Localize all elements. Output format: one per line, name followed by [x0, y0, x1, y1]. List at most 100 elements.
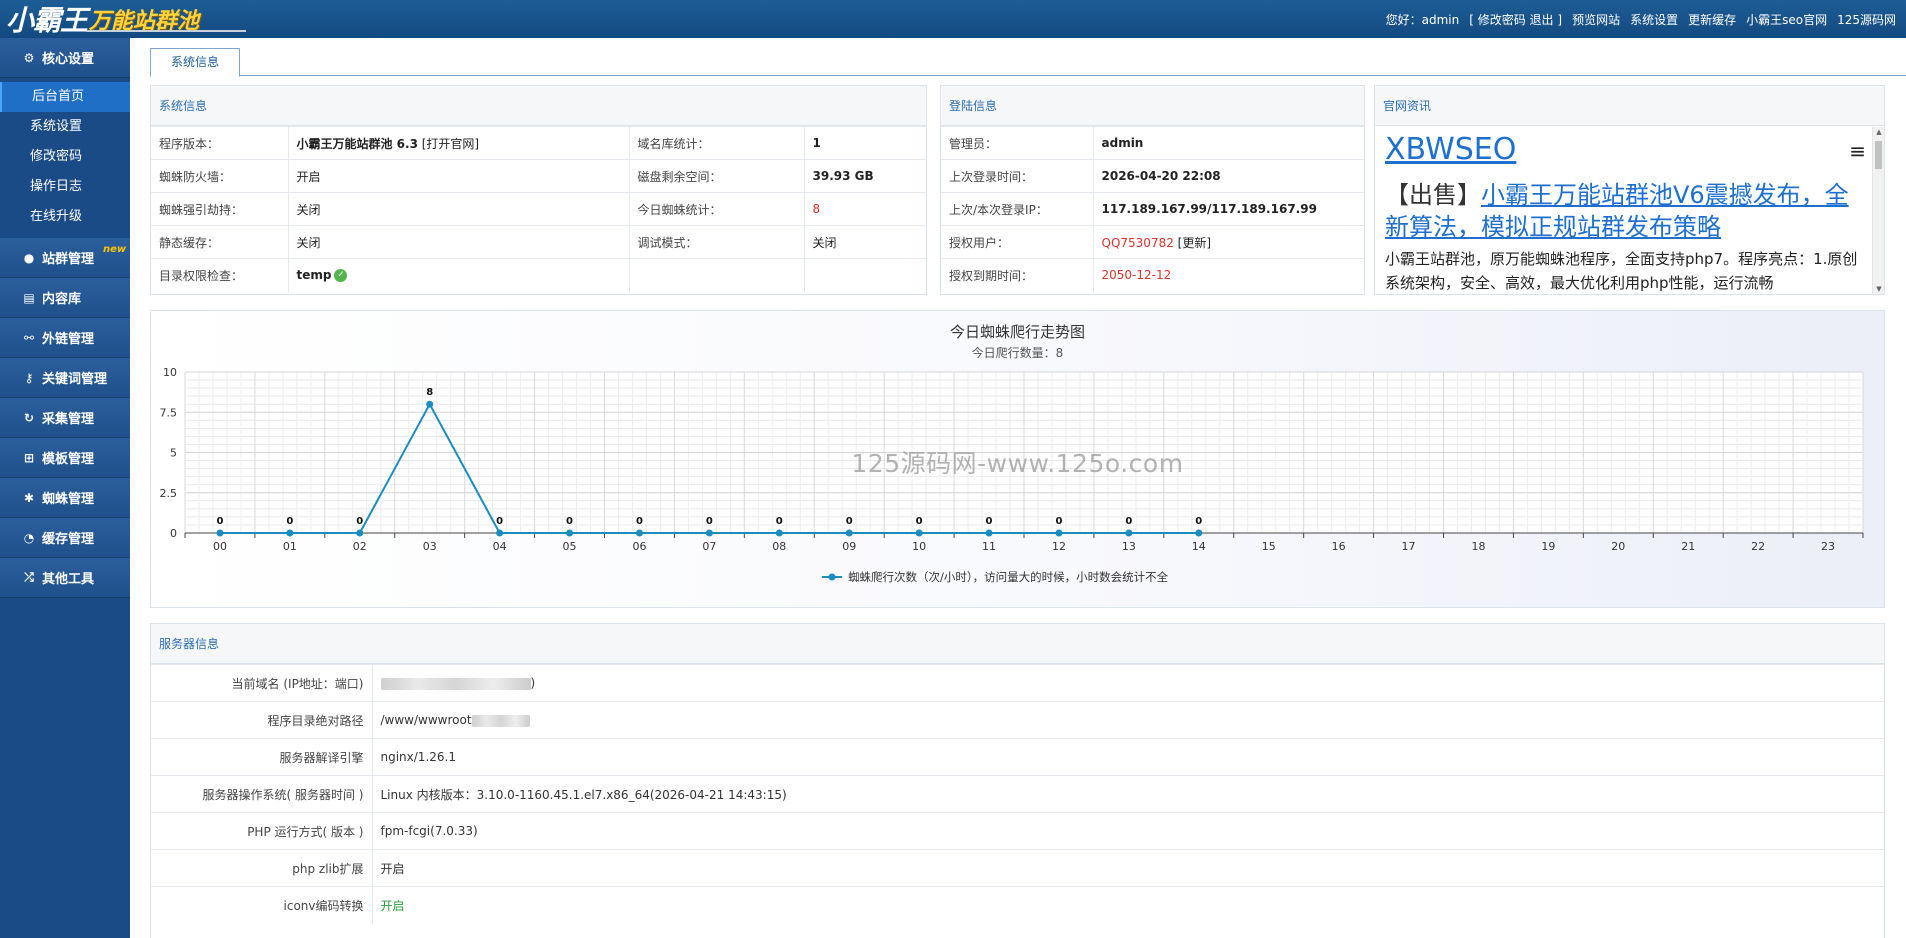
data-point — [1125, 529, 1133, 537]
server-info-panel: 服务器信息 当前域名 (IP地址：端口) ) 程序目录绝对路径 /www/www… — [150, 623, 1885, 938]
label-program-version: 程序版本： — [151, 126, 289, 160]
news-frame: XBWSEO ≡ 【出售】小霸王万能站群池V6震撼发布，全新算法，模拟正规站群发… — [1375, 127, 1872, 294]
label-login-ip: 上次/本次登录IP： — [941, 192, 1094, 226]
label-iconv: iconv编码转换 — [151, 886, 373, 924]
label-server-os: 服务器操作系统( 服务器时间 ) — [151, 775, 373, 813]
logo-underline — [86, 30, 246, 32]
nav-125-source[interactable]: 125源码网 — [1837, 11, 1896, 28]
nav-official-site[interactable]: 小霸王seo官网 — [1746, 11, 1827, 28]
label-php-mode: PHP 运行方式( 版本 ) — [151, 812, 373, 850]
php-zlib: 开启 — [372, 849, 1884, 887]
data-point — [496, 529, 504, 537]
table-row: 蜘蛛防火墙： 开启 磁盘剩余空间： 39.93 GB — [151, 159, 926, 193]
shuffle-icon: ⤮ — [24, 570, 34, 584]
login-info-table: 管理员： admin 上次登录时间： 2026-04-20 22:08 上次/本… — [941, 126, 1364, 292]
dir-permission: temp — [296, 268, 332, 283]
table-row: PHP 运行方式( 版本 ) fpm-fcgi(7.0.33) — [151, 812, 1884, 850]
scroll-thumb[interactable] — [1875, 141, 1882, 169]
y-tick-label: 2.5 — [160, 487, 178, 500]
update-license-link[interactable]: [更新] — [1174, 236, 1211, 250]
label-spider-firewall: 蜘蛛防火墙： — [151, 159, 289, 193]
sidebar-group-label: 蜘蛛管理 — [42, 492, 95, 507]
windows-icon: ⊞ — [23, 450, 35, 465]
x-tick-label: 04 — [493, 540, 507, 553]
program-path-cell: /www/wwwroot — [372, 701, 1884, 739]
label-license-expiry: 授权到期时间： — [941, 258, 1094, 292]
sidebar-item-system-settings[interactable]: 系统设置 — [0, 112, 130, 142]
spider-firewall: 开启 — [288, 159, 630, 193]
news-scrollbar[interactable]: ▲ ▼ — [1872, 127, 1884, 294]
nav-system-settings[interactable]: 系统设置 — [1630, 11, 1678, 28]
empty-cell — [804, 258, 926, 292]
sidebar-group-label: 外链管理 — [42, 332, 95, 347]
tab-system-info[interactable]: 系统信息 — [150, 48, 240, 77]
sidebar-group-external-links[interactable]: ⚯ 外链管理 — [0, 318, 130, 358]
panel-title: 官网资讯 — [1375, 86, 1884, 126]
news-panel: 官网资讯 XBWSEO ≡ 【出售】小霸王万能站群池V6震撼发布，全新算法，模拟… — [1374, 85, 1885, 295]
refresh-icon: ↻ — [23, 410, 35, 425]
label-domain-count: 域名库统计： — [629, 126, 805, 160]
sidebar-group-other-tools[interactable]: ⤮ 其他工具 — [0, 558, 130, 598]
x-tick-label: 11 — [982, 540, 996, 553]
sidebar-item-change-password[interactable]: 修改密码 — [0, 142, 130, 172]
sidebar-submenu: 后台首页 系统设置 修改密码 操作日志 在线升级 — [0, 78, 130, 238]
account-links[interactable]: [ 修改密码 退出 ] — [1469, 11, 1562, 28]
data-label: 0 — [706, 516, 713, 527]
php-mode: fpm-fcgi(7.0.33) — [372, 812, 1884, 850]
sidebar-item-operation-log[interactable]: 操作日志 — [0, 172, 130, 202]
sidebar-group-label: 关键词管理 — [42, 372, 108, 387]
hamburger-menu-icon[interactable]: ≡ — [1849, 139, 1866, 163]
dir-permission-cell: temp ✓ — [288, 258, 630, 292]
data-point — [845, 529, 853, 537]
data-label: 0 — [986, 516, 993, 527]
news-brand-link[interactable]: XBWSEO — [1385, 129, 1862, 171]
server-engine: nginx/1.26.1 — [372, 738, 1884, 776]
server-os: Linux 内核版本：3.10.0-1160.45.1.el7.x86_64(2… — [372, 775, 1884, 813]
sidebar-group-label: 站群管理 — [42, 252, 95, 267]
label-domain-ip: 当前域名 (IP地址：端口) — [151, 664, 373, 702]
scroll-up-icon[interactable]: ▲ — [1873, 128, 1885, 136]
legend-label: 蜘蛛爬行次数（次/小时），访问量大的时候，小时数会统计不全 — [848, 570, 1169, 584]
top-nav: 您好：admin [ 修改密码 退出 ] 预览网站 系统设置 更新缓存 小霸王s… — [1386, 0, 1896, 38]
sidebar-item-online-upgrade[interactable]: 在线升级 — [0, 202, 130, 232]
sidebar-group-collection[interactable]: ↻ 采集管理 — [0, 398, 130, 438]
logo[interactable]: 小霸王 万能站群池 — [0, 0, 246, 38]
news-text: 小霸王站群池，原万能蜘蛛池程序，全面支持php7。程序亮点：1.原创系统架构，安… — [1385, 250, 1858, 292]
table-row: 程序目录绝对路径 /www/wwwroot — [151, 701, 1884, 739]
x-tick-label: 22 — [1751, 540, 1765, 553]
label-static-cache: 静态缓存： — [151, 225, 289, 259]
nav-preview-site[interactable]: 预览网站 — [1572, 11, 1620, 28]
sidebar-group-content-library[interactable]: ▤ 内容库 — [0, 278, 130, 318]
data-point — [1055, 529, 1063, 537]
sidebar-group-spiders[interactable]: ✱ 蜘蛛管理 — [0, 478, 130, 518]
nav-update-cache[interactable]: 更新缓存 — [1688, 11, 1736, 28]
x-tick-label: 10 — [912, 540, 926, 553]
label-server-engine: 服务器解译引擎 — [151, 738, 373, 776]
data-point — [356, 529, 364, 537]
sidebar-group-keywords[interactable]: ⚷ 关键词管理 — [0, 358, 130, 398]
x-tick-label: 19 — [1541, 540, 1555, 553]
domain-count: 1 — [804, 126, 926, 160]
sidebar-item-home[interactable]: 后台首页 — [0, 82, 130, 112]
sidebar-group-core[interactable]: ⚙ 核心设置 — [0, 38, 130, 78]
sidebar-group-cache[interactable]: ◔ 缓存管理 — [0, 518, 130, 558]
document-icon: ▤ — [23, 290, 35, 305]
sidebar-group-label: 采集管理 — [42, 412, 95, 427]
scroll-down-icon[interactable]: ▼ — [1873, 285, 1885, 293]
login-ip: 117.189.167.99/117.189.167.99 — [1093, 192, 1364, 226]
x-tick-label: 14 — [1192, 540, 1206, 553]
sidebar-group-label: 缓存管理 — [42, 532, 95, 547]
x-tick-label: 16 — [1332, 540, 1346, 553]
table-row: iconv编码转换 开启 — [151, 886, 1884, 924]
data-label: 0 — [566, 516, 573, 527]
sidebar-group-site-management[interactable]: ● 站群管理 new — [0, 238, 130, 278]
data-label: 0 — [286, 516, 293, 527]
sidebar-group-templates[interactable]: ⊞ 模板管理 — [0, 438, 130, 478]
data-label: 8 — [426, 387, 433, 398]
watermark: 125源码网-www.125o.com — [851, 449, 1184, 478]
open-official-link[interactable]: [打开官网] — [418, 137, 479, 151]
data-point — [635, 529, 643, 537]
sidebar-group-label: 内容库 — [42, 292, 82, 307]
license-user-cell: QQ7530782 [更新] — [1093, 225, 1364, 259]
logo-main-text: 小霸王 — [6, 4, 88, 37]
